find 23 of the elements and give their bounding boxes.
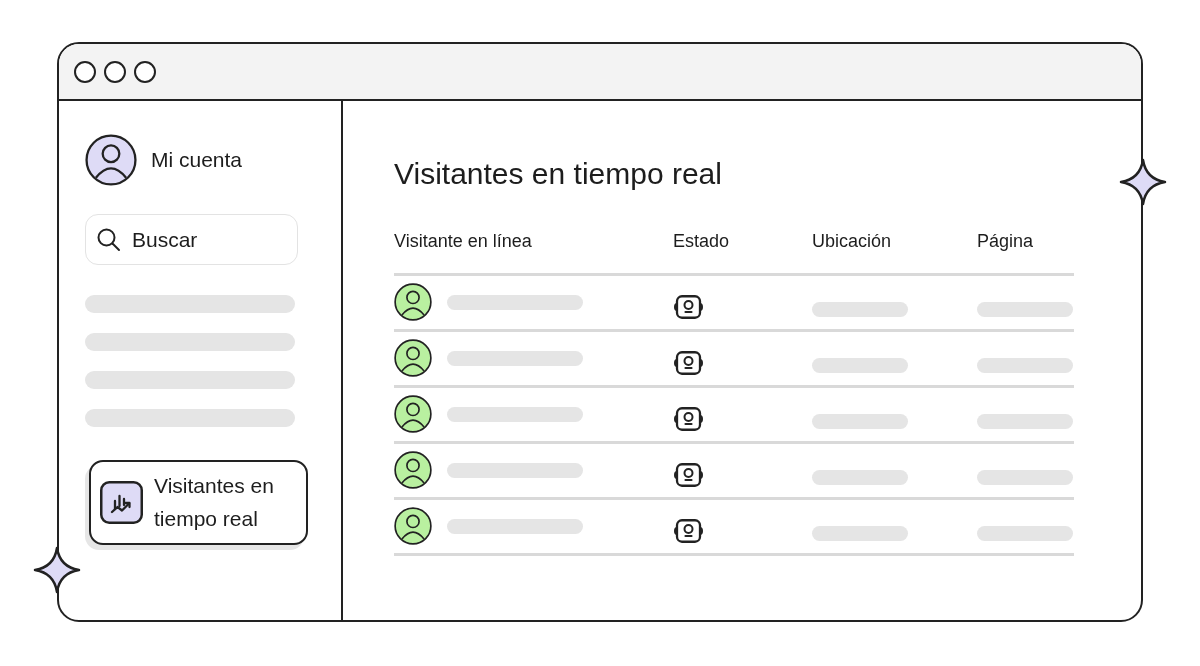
chart-icon [100,481,143,524]
search-field[interactable]: Buscar [85,214,298,265]
search-icon [96,227,121,252]
window-control-icon [104,60,126,83]
window-control-icon [134,60,156,83]
column-header: Estado [673,230,730,253]
robot-head-icon [673,519,704,543]
robot-head-icon [673,295,704,319]
avatar-icon [394,395,432,433]
column-header: Visitante en línea [394,230,532,253]
window-control-icon [74,60,96,83]
page-title: Visitantes en tiempo real [394,156,722,192]
column-header: Ubicación [812,230,892,253]
avatar-icon [394,339,432,377]
avatar-icon [394,507,432,545]
avatar-icon [394,451,432,489]
avatar-icon [85,134,137,186]
column-header: Página [977,230,1034,253]
robot-head-icon [673,407,704,431]
robot-head-icon [673,463,704,487]
robot-head-icon [673,351,704,375]
account-link[interactable]: Mi cuenta [151,144,243,176]
avatar-icon [394,283,432,321]
